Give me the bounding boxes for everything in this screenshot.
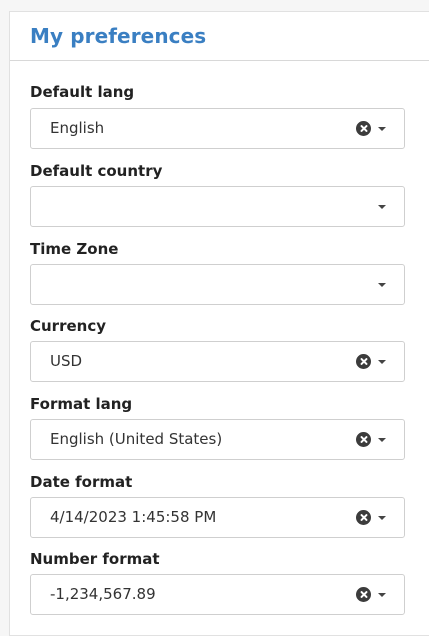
clear-icon[interactable]: [356, 432, 371, 447]
date-format-select[interactable]: 4/14/2023 1:45:58 PM: [30, 497, 405, 538]
currency-select[interactable]: USD: [30, 341, 405, 382]
currency-label: Currency: [30, 317, 107, 335]
chevron-down-icon[interactable]: [378, 127, 386, 131]
time-zone-select[interactable]: [30, 264, 405, 305]
chevron-down-icon[interactable]: [378, 593, 386, 597]
chevron-down-icon[interactable]: [378, 360, 386, 364]
chevron-down-icon[interactable]: [378, 283, 386, 287]
number-format-value: -1,234,567.89: [50, 585, 156, 603]
chevron-down-icon[interactable]: [378, 516, 386, 520]
clear-icon[interactable]: [356, 587, 371, 602]
time-zone-label: Time Zone: [30, 240, 119, 258]
clear-icon[interactable]: [356, 510, 371, 525]
format-lang-label: Format lang: [30, 395, 133, 413]
clear-icon[interactable]: [356, 121, 371, 136]
format-lang-select[interactable]: English (United States): [30, 419, 405, 460]
format-lang-value: English (United States): [50, 430, 223, 448]
panel-title: My preferences: [30, 24, 207, 48]
default-lang-select[interactable]: English: [30, 108, 405, 149]
number-format-select[interactable]: -1,234,567.89: [30, 574, 405, 615]
panel-header: My preferences: [10, 12, 429, 61]
default-lang-value: English: [50, 119, 105, 137]
clear-icon[interactable]: [356, 354, 371, 369]
date-format-label: Date format: [30, 473, 133, 491]
preferences-panel: My preferences Default lang English Defa…: [9, 11, 429, 636]
number-format-label: Number format: [30, 550, 160, 568]
date-format-value: 4/14/2023 1:45:58 PM: [50, 508, 217, 526]
default-country-label: Default country: [30, 162, 163, 180]
default-country-select[interactable]: [30, 186, 405, 227]
chevron-down-icon[interactable]: [378, 438, 386, 442]
currency-value: USD: [50, 352, 83, 370]
default-lang-label: Default lang: [30, 83, 135, 101]
chevron-down-icon[interactable]: [378, 205, 386, 209]
